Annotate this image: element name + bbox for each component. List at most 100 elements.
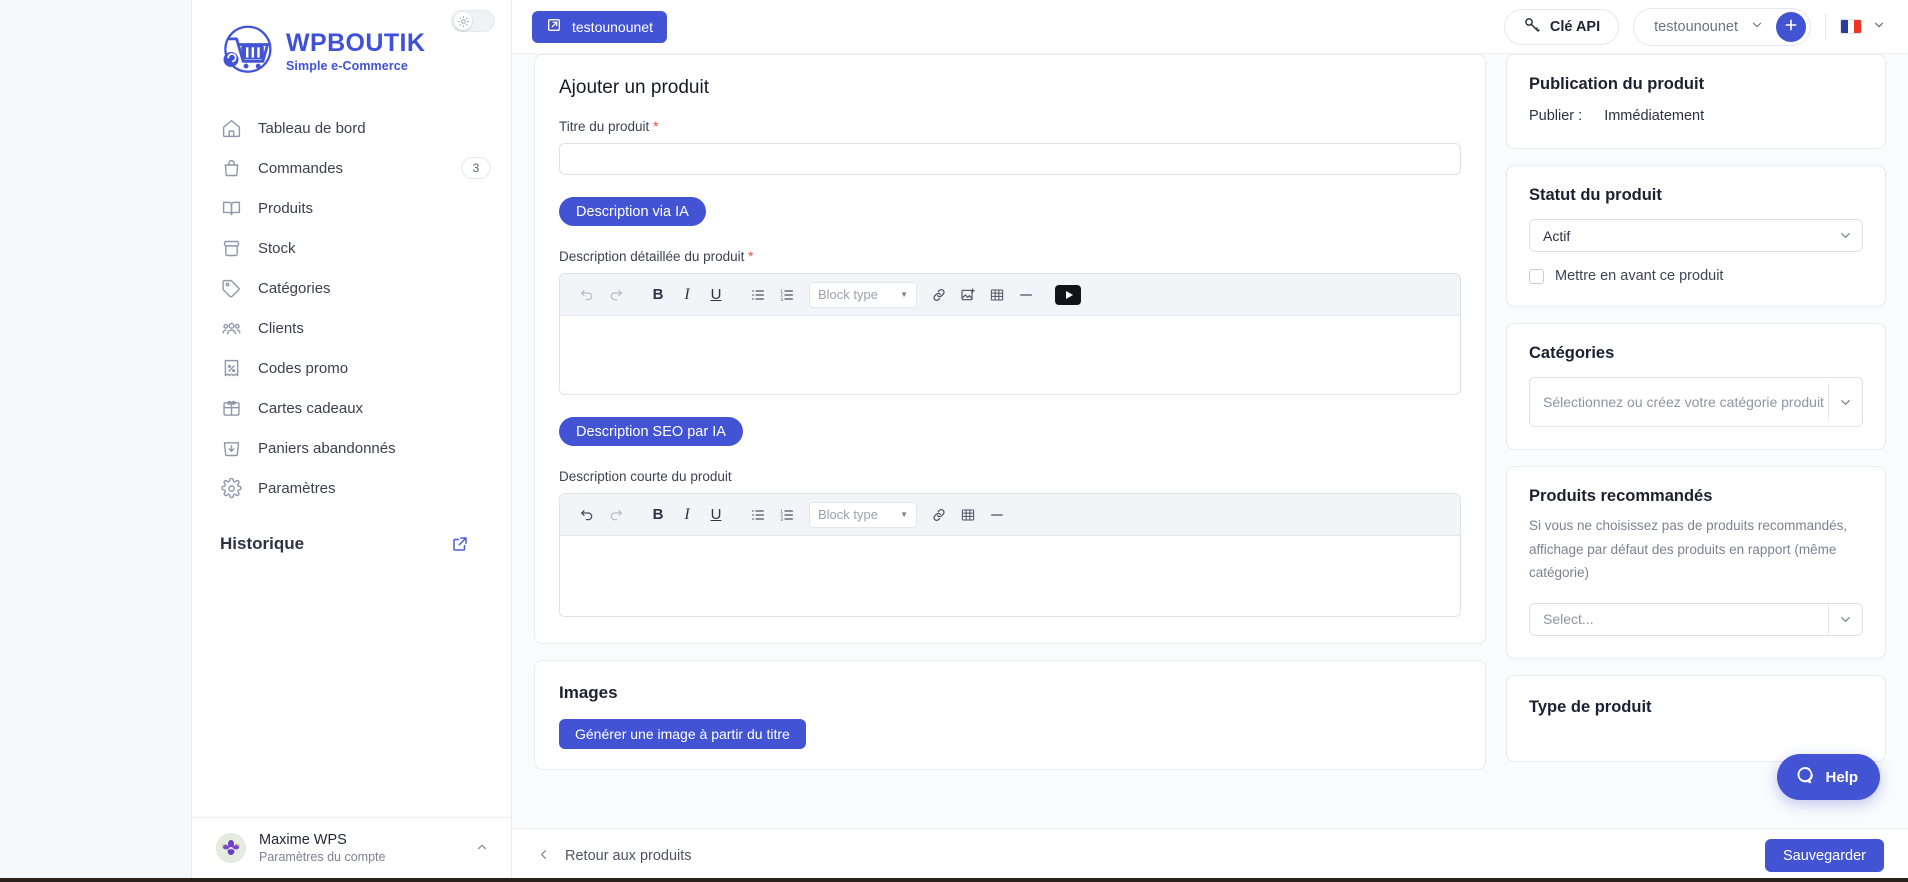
percent-receipt-icon [220, 357, 242, 379]
sidebar-nav: Tableau de bord Commandes 3 Produits Sto… [192, 108, 511, 508]
underline-button[interactable]: U [703, 282, 729, 308]
block-type-select[interactable]: Block type ▼ [809, 281, 917, 308]
bullet-list-icon[interactable] [745, 282, 771, 308]
product-type-panel: Type de produit [1506, 674, 1886, 762]
content-scroll-area[interactable]: Ajouter un produit Titre du produit * De… [512, 54, 1908, 828]
block-type-select[interactable]: Block type ▼ [809, 501, 917, 528]
sidebar-item-label: Stock [258, 239, 296, 257]
short-description-textarea[interactable] [560, 536, 1460, 616]
numbered-list-icon[interactable]: 123 [774, 282, 800, 308]
back-to-products-link[interactable]: Retour aux produits [536, 847, 692, 865]
required-marker: * [653, 119, 659, 134]
api-key-button[interactable]: Clé API [1503, 8, 1620, 45]
gift-icon [220, 397, 242, 419]
historique-title: Historique [220, 534, 305, 553]
table-icon[interactable] [984, 282, 1010, 308]
box-icon [220, 237, 242, 259]
publication-panel: Publication du produit Publier : Immédia… [1506, 54, 1886, 149]
sidebar-item-tableau-de-bord[interactable]: Tableau de bord [192, 108, 511, 148]
home-icon [220, 117, 242, 139]
editor-toolbar: B I U 123 Block type ▼ [560, 274, 1460, 316]
recommended-select[interactable]: Select... [1529, 602, 1863, 636]
bullet-list-icon[interactable] [745, 502, 771, 528]
recommended-help-text: Si vous ne choisissez pas de produits re… [1529, 518, 1848, 581]
underline-button[interactable]: U [703, 502, 729, 528]
chevron-left-icon [536, 847, 551, 865]
youtube-icon[interactable] [1055, 284, 1081, 305]
link-icon[interactable] [926, 282, 952, 308]
theme-toggle[interactable] [451, 10, 495, 32]
add-shop-button[interactable] [1776, 11, 1806, 42]
categories-panel: Catégories Sélectionnez ou créez votre c… [1506, 323, 1886, 450]
featured-checkbox[interactable] [1529, 268, 1544, 284]
chevron-up-icon[interactable] [475, 840, 489, 857]
product-title-label-text: Titre du produit [559, 119, 650, 134]
required-marker: * [748, 249, 754, 264]
sidebar: WPBOUTIK Simple e-Commerce Tableau de bo… [192, 0, 512, 882]
redo-icon[interactable] [603, 502, 629, 528]
product-type-title: Type de produit [1529, 697, 1652, 716]
bold-button[interactable]: B [645, 282, 671, 308]
publish-value[interactable]: Immédiatement [1604, 108, 1704, 124]
link-icon[interactable] [926, 502, 952, 528]
help-widget-button[interactable]: Help [1777, 754, 1880, 800]
featured-checkbox-row[interactable]: Mettre en avant ce produit [1529, 268, 1863, 284]
external-link-icon[interactable] [451, 535, 469, 553]
sidebar-item-produits[interactable]: Produits [192, 188, 511, 228]
generate-image-button[interactable]: Générer une image à partir du titre [559, 719, 806, 749]
sidebar-item-label: Codes promo [258, 359, 349, 377]
sidebar-item-label: Paniers abandonnés [258, 439, 396, 457]
chevron-down-icon [1872, 18, 1886, 35]
sidebar-item-codes-promo[interactable]: Codes promo [192, 348, 511, 388]
back-to-products-label: Retour aux produits [565, 847, 692, 864]
undo-icon[interactable] [574, 502, 600, 528]
seo-description-button[interactable]: Description SEO par IA [559, 417, 743, 446]
user-account-settings-label: Paramètres du compte [259, 850, 386, 864]
bold-button[interactable]: B [645, 502, 671, 528]
book-icon [220, 197, 242, 219]
user-account-block[interactable]: Maxime WPS Paramètres du compte [192, 817, 511, 882]
product-form-column: Ajouter un produit Titre du produit * De… [534, 54, 1486, 828]
sidebar-item-parametres[interactable]: Paramètres [192, 468, 511, 508]
sidebar-item-paniers-abandonnes[interactable]: Paniers abandonnés [192, 428, 511, 468]
sidebar-item-label: Catégories [258, 279, 331, 297]
detailed-description-textarea[interactable] [560, 316, 1460, 394]
short-description-editor[interactable]: B I U 123 Block type ▼ [559, 493, 1461, 617]
horizontal-rule-icon[interactable] [1013, 282, 1039, 308]
product-title-label: Titre du produit * [559, 119, 1461, 134]
topbar-divider [1825, 13, 1826, 40]
sun-icon [454, 12, 472, 30]
sidebar-item-label: Clients [258, 319, 304, 337]
categories-select[interactable]: Sélectionnez ou créez votre catégorie pr… [1529, 377, 1863, 427]
detailed-description-label-text: Description détaillée du produit [559, 249, 745, 264]
redo-icon[interactable] [603, 282, 629, 308]
undo-icon[interactable] [574, 282, 600, 308]
publication-title: Publication du produit [1529, 75, 1705, 93]
italic-button[interactable]: I [674, 282, 700, 308]
shop-selector[interactable]: testounounet [1633, 7, 1811, 46]
tag-icon [220, 277, 242, 299]
ai-description-button[interactable]: Description via IA [559, 197, 706, 226]
sidebar-item-commandes[interactable]: Commandes 3 [192, 148, 511, 188]
horizontal-rule-icon[interactable] [984, 502, 1010, 528]
product-title-input[interactable] [559, 143, 1461, 175]
numbered-list-icon[interactable]: 123 [774, 502, 800, 528]
sidebar-item-categories[interactable]: Catégories [192, 268, 511, 308]
image-icon[interactable] [955, 282, 981, 308]
language-selector[interactable] [1840, 18, 1886, 35]
table-icon[interactable] [955, 502, 981, 528]
shop-selector-value: testounounet [1654, 18, 1738, 35]
users-icon [220, 317, 242, 339]
sidebar-item-clients[interactable]: Clients [192, 308, 511, 348]
abandoned-cart-icon [220, 437, 242, 459]
visit-shop-button[interactable]: testounounet [532, 10, 667, 43]
sidebar-item-stock[interactable]: Stock [192, 228, 511, 268]
sidebar-item-cartes-cadeaux[interactable]: Cartes cadeaux [192, 388, 511, 428]
key-icon [1523, 16, 1541, 38]
sidebar-item-label: Paramètres [258, 479, 336, 497]
detailed-description-editor[interactable]: B I U 123 Block type ▼ [559, 273, 1461, 395]
shopping-cart-icon [216, 22, 276, 82]
italic-button[interactable]: I [674, 502, 700, 528]
save-button[interactable]: Sauvegarder [1764, 839, 1884, 872]
status-select[interactable]: Actif [1529, 219, 1863, 252]
